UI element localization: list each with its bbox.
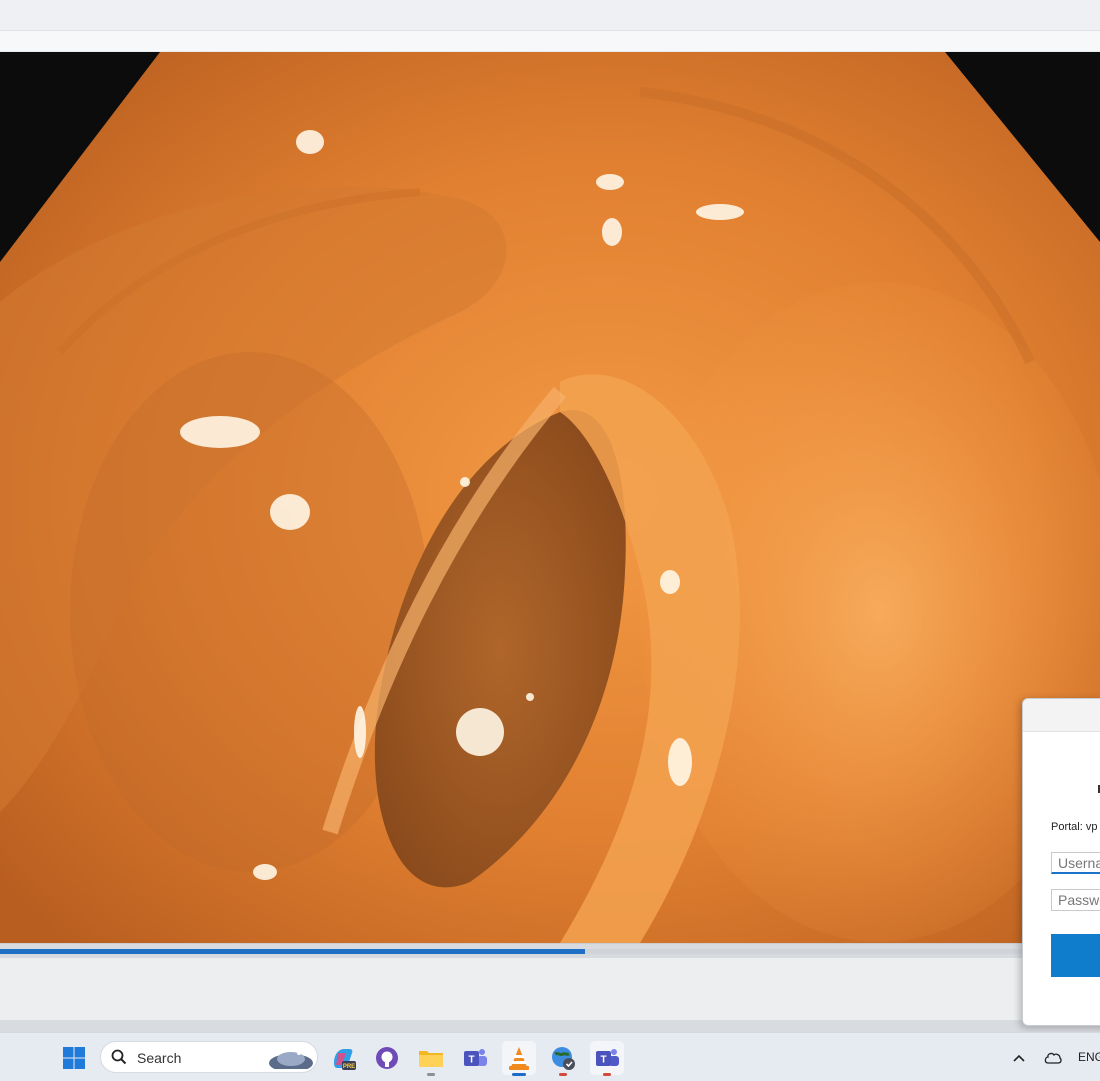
seek-progress bbox=[0, 949, 586, 954]
file-explorer-icon bbox=[419, 1051, 443, 1067]
tray-overflow-button[interactable] bbox=[1004, 1041, 1034, 1075]
search-placeholder: Search bbox=[137, 1050, 182, 1066]
taskbar-search-box[interactable]: Search bbox=[100, 1041, 318, 1073]
vpn-login-dialog: Portal: vp bbox=[1022, 698, 1100, 1026]
seek-bar[interactable] bbox=[0, 943, 1100, 958]
running-indicator bbox=[559, 1073, 567, 1076]
player-controls-area bbox=[0, 958, 1100, 1021]
endoscopy-image bbox=[0, 52, 1100, 943]
svg-text:T: T bbox=[468, 1055, 474, 1066]
taskbar: Search PRE T T ENG bbox=[0, 1032, 1100, 1081]
active-indicator bbox=[512, 1073, 526, 1076]
taskbar-copilot[interactable]: PRE bbox=[326, 1041, 360, 1075]
search-icon bbox=[111, 1049, 127, 1065]
dialog-titlebar[interactable] bbox=[1023, 699, 1100, 732]
language-indicator[interactable]: ENG bbox=[1078, 1050, 1100, 1064]
start-button[interactable] bbox=[57, 1041, 91, 1075]
password-field[interactable] bbox=[1051, 889, 1100, 911]
github-icon bbox=[376, 1047, 398, 1069]
svg-text:PRE: PRE bbox=[343, 1064, 355, 1070]
video-frame[interactable] bbox=[0, 52, 1100, 943]
portal-label: Portal: vp bbox=[1051, 821, 1098, 833]
cloud-icon bbox=[1044, 1052, 1062, 1064]
taskbar-teams-new[interactable]: T bbox=[590, 1041, 624, 1076]
running-indicator bbox=[603, 1073, 611, 1076]
running-indicator bbox=[427, 1073, 435, 1076]
taskbar-file-explorer[interactable] bbox=[414, 1041, 448, 1076]
username-field[interactable] bbox=[1051, 852, 1100, 874]
windows-start-icon bbox=[63, 1047, 85, 1069]
teams-icon: T bbox=[464, 1049, 487, 1066]
window-edge bbox=[0, 1020, 1100, 1032]
seek-track[interactable] bbox=[0, 949, 1100, 954]
connect-button[interactable] bbox=[1051, 934, 1100, 977]
vpn-globe-icon bbox=[552, 1047, 575, 1070]
svg-text:T: T bbox=[600, 1055, 606, 1066]
taskbar-vlc[interactable] bbox=[502, 1041, 536, 1076]
tray-onedrive[interactable] bbox=[1038, 1041, 1068, 1075]
taskbar-teams[interactable]: T bbox=[458, 1041, 492, 1075]
window-titlebar bbox=[0, 0, 1100, 31]
copilot-icon: PRE bbox=[334, 1049, 356, 1070]
window-toolbar bbox=[0, 31, 1100, 51]
vlc-icon bbox=[509, 1047, 529, 1070]
taskbar-vpn-client[interactable] bbox=[546, 1041, 580, 1076]
chevron-up-icon bbox=[1013, 1054, 1025, 1062]
search-highlight-icon bbox=[269, 1051, 313, 1069]
teams-new-icon: T bbox=[596, 1049, 619, 1066]
taskbar-github[interactable] bbox=[370, 1041, 404, 1075]
